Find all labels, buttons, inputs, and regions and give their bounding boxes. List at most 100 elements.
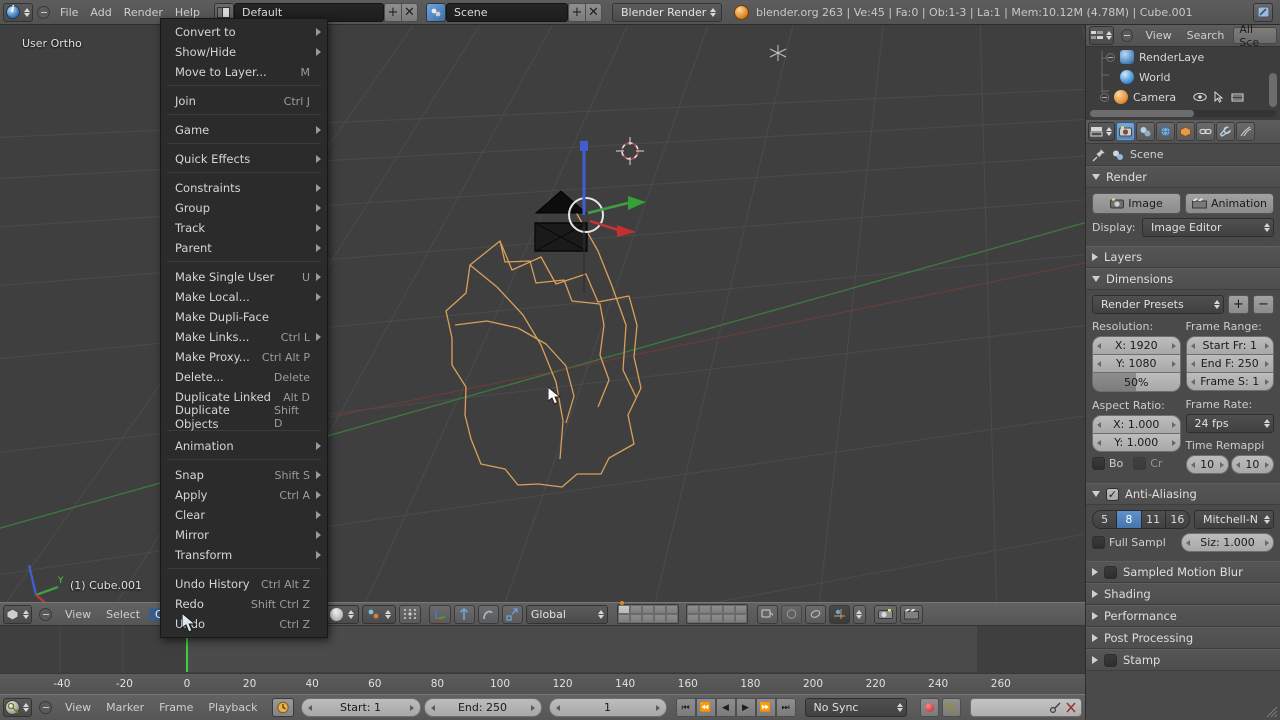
remove-preset-button[interactable]: − xyxy=(1253,295,1274,314)
timeline-menu-frame[interactable]: Frame xyxy=(153,701,199,714)
outliner-vertical-scrollbar[interactable] xyxy=(1269,73,1277,107)
crop-checkbox[interactable] xyxy=(1133,457,1147,470)
layer-cell[interactable] xyxy=(641,614,654,623)
properties-editor-type-selector[interactable] xyxy=(1088,122,1115,141)
keying-set-button[interactable] xyxy=(941,698,961,717)
add-preset-button[interactable]: + xyxy=(1228,295,1249,314)
resolution-percent-slider[interactable]: 50% xyxy=(1092,373,1181,392)
pin-icon[interactable] xyxy=(1092,148,1106,162)
panel-render-header[interactable]: Render xyxy=(1086,166,1280,188)
start-frame-field[interactable]: Start: 1 xyxy=(300,698,421,717)
render-animation-button[interactable]: Animation xyxy=(1185,193,1274,214)
viewport-shading-selector[interactable] xyxy=(324,604,359,624)
timeline-collapse-icon[interactable] xyxy=(39,701,52,714)
viewport-collapse-icon[interactable] xyxy=(39,607,52,621)
new-scene-button[interactable]: + xyxy=(567,2,585,22)
display-mode-dropdown[interactable]: Image Editor xyxy=(1142,218,1274,237)
menu-help[interactable]: Help xyxy=(169,6,206,19)
menu-item-apply[interactable]: Apply Ctrl A xyxy=(161,485,327,505)
report-icon[interactable] xyxy=(1253,2,1273,22)
layer-cell[interactable] xyxy=(665,614,678,623)
cursor-select-icon[interactable] xyxy=(1214,91,1224,103)
resolution-x-field[interactable]: X: 1920 xyxy=(1092,336,1181,355)
layer-cell[interactable] xyxy=(722,614,735,623)
menu-item-make-dupli-face[interactable]: Make Dupli-Face xyxy=(161,307,327,327)
layer-cell[interactable] xyxy=(665,605,678,614)
outliner-editor-type-selector[interactable] xyxy=(1089,26,1115,45)
outliner-row-camera[interactable]: Camera xyxy=(1086,87,1280,107)
layer-cell[interactable] xyxy=(629,605,642,614)
panel-stamp-header[interactable]: Stamp xyxy=(1086,649,1280,671)
sync-mode-dropdown[interactable]: No Sync xyxy=(804,698,907,717)
object-tab[interactable] xyxy=(1176,122,1195,141)
menu-item-join[interactable]: Join Ctrl J xyxy=(161,91,327,111)
menu-item-show-hide[interactable]: Show/Hide xyxy=(161,42,327,62)
aa-sample-5[interactable]: 5 xyxy=(1093,511,1118,528)
use-preview-range-button[interactable] xyxy=(271,698,294,717)
scene-layers-group-1[interactable] xyxy=(616,601,679,624)
timeline-menu-view[interactable]: View xyxy=(59,701,97,714)
transform-orientation-selector[interactable]: Global xyxy=(525,604,608,624)
timeline-menu-playback[interactable]: Playback xyxy=(202,701,263,714)
remap-new-field[interactable]: 10 xyxy=(1230,455,1274,474)
menu-render[interactable]: Render xyxy=(118,6,169,19)
menu-item-make-single-user[interactable]: Make Single User U xyxy=(161,267,327,287)
outliner-display-mode[interactable]: All Sce xyxy=(1233,23,1277,49)
menu-item-delete[interactable]: Delete... Delete xyxy=(161,367,327,387)
viewport-editor-type-selector[interactable] xyxy=(3,604,32,624)
layer-cell[interactable] xyxy=(734,614,747,623)
viewport-menu-view[interactable]: View xyxy=(59,608,97,621)
previous-keyframe-button[interactable]: ⏪ xyxy=(695,698,716,717)
layer-cell[interactable] xyxy=(617,614,630,623)
menu-item-undo-history[interactable]: Undo History Ctrl Alt Z xyxy=(161,574,327,594)
panel-sampled-motion-blur-header[interactable]: Sampled Motion Blur xyxy=(1086,561,1280,583)
outliner-menu-search[interactable]: Search xyxy=(1181,29,1231,42)
menu-item-redo[interactable]: Redo Shift Ctrl Z xyxy=(161,594,327,614)
panel-post-processing-header[interactable]: Post Processing xyxy=(1086,627,1280,649)
menu-item-group[interactable]: Group xyxy=(161,198,327,218)
menu-item-make-links[interactable]: Make Links... Ctrl L xyxy=(161,327,327,347)
outliner-menu-view[interactable]: View xyxy=(1140,29,1178,42)
scene-icon[interactable] xyxy=(425,2,446,22)
scale-manipulator-button[interactable] xyxy=(501,604,523,624)
render-presets-dropdown[interactable]: Render Presets xyxy=(1092,295,1224,314)
start-frame-field[interactable]: Start Fr: 1 xyxy=(1185,336,1274,355)
pivot-point-selector[interactable] xyxy=(361,604,396,624)
aspect-y-field[interactable]: Y: 1.000 xyxy=(1092,433,1181,452)
layer-cell[interactable] xyxy=(653,605,666,614)
end-frame-field[interactable]: End: 250 xyxy=(423,698,542,717)
frame-rate-dropdown[interactable]: 24 fps xyxy=(1185,414,1274,433)
menu-item-clear[interactable]: Clear xyxy=(161,505,327,525)
jump-to-start-button[interactable]: ⏮ xyxy=(675,698,696,717)
menu-item-make-proxy[interactable]: Make Proxy... Ctrl Alt P xyxy=(161,347,327,367)
end-frame-field[interactable]: End F: 250 xyxy=(1185,354,1274,373)
layer-cell[interactable] xyxy=(686,614,699,623)
proportional-edit-button[interactable] xyxy=(398,604,421,624)
menu-item-convert-to[interactable]: Convert to xyxy=(161,22,327,42)
delete-scene-button[interactable]: ✕ xyxy=(584,2,602,22)
opengl-render-image-button[interactable] xyxy=(873,604,897,624)
scene-layers-grid-2[interactable] xyxy=(685,604,748,624)
menu-item-track[interactable]: Track xyxy=(161,218,327,238)
render-image-button[interactable]: Image xyxy=(1092,193,1181,214)
play-reverse-button[interactable]: ◀ xyxy=(715,698,736,717)
render-tab[interactable] xyxy=(1116,122,1135,141)
current-frame-field[interactable]: 1 xyxy=(548,698,667,717)
editor-type-selector[interactable] xyxy=(3,2,33,22)
insert-keyframe-icon[interactable] xyxy=(1049,702,1062,714)
outliner-horizontal-scrollbar[interactable] xyxy=(1090,110,1276,117)
texture-toggle-button[interactable] xyxy=(804,604,826,624)
layer-cell[interactable] xyxy=(653,614,666,623)
active-keying-set-field[interactable] xyxy=(7,698,1082,717)
panel-layers-header[interactable]: Layers xyxy=(1086,246,1280,268)
frame-step-field[interactable]: Frame S: 1 xyxy=(1185,372,1274,391)
viewport-menu-select[interactable]: Select xyxy=(100,608,146,621)
opengl-render-animation-button[interactable] xyxy=(899,604,923,624)
resolution-y-field[interactable]: Y: 1080 xyxy=(1092,354,1181,373)
menu-item-make-local[interactable]: Make Local... xyxy=(161,287,327,307)
menu-file[interactable]: File xyxy=(54,6,84,19)
layer-cell[interactable] xyxy=(698,614,711,623)
menu-item-snap[interactable]: Snap Shift S xyxy=(161,465,327,485)
aa-filter-dropdown[interactable]: Mitchell-N xyxy=(1194,510,1274,529)
menu-add[interactable]: Add xyxy=(84,6,117,19)
